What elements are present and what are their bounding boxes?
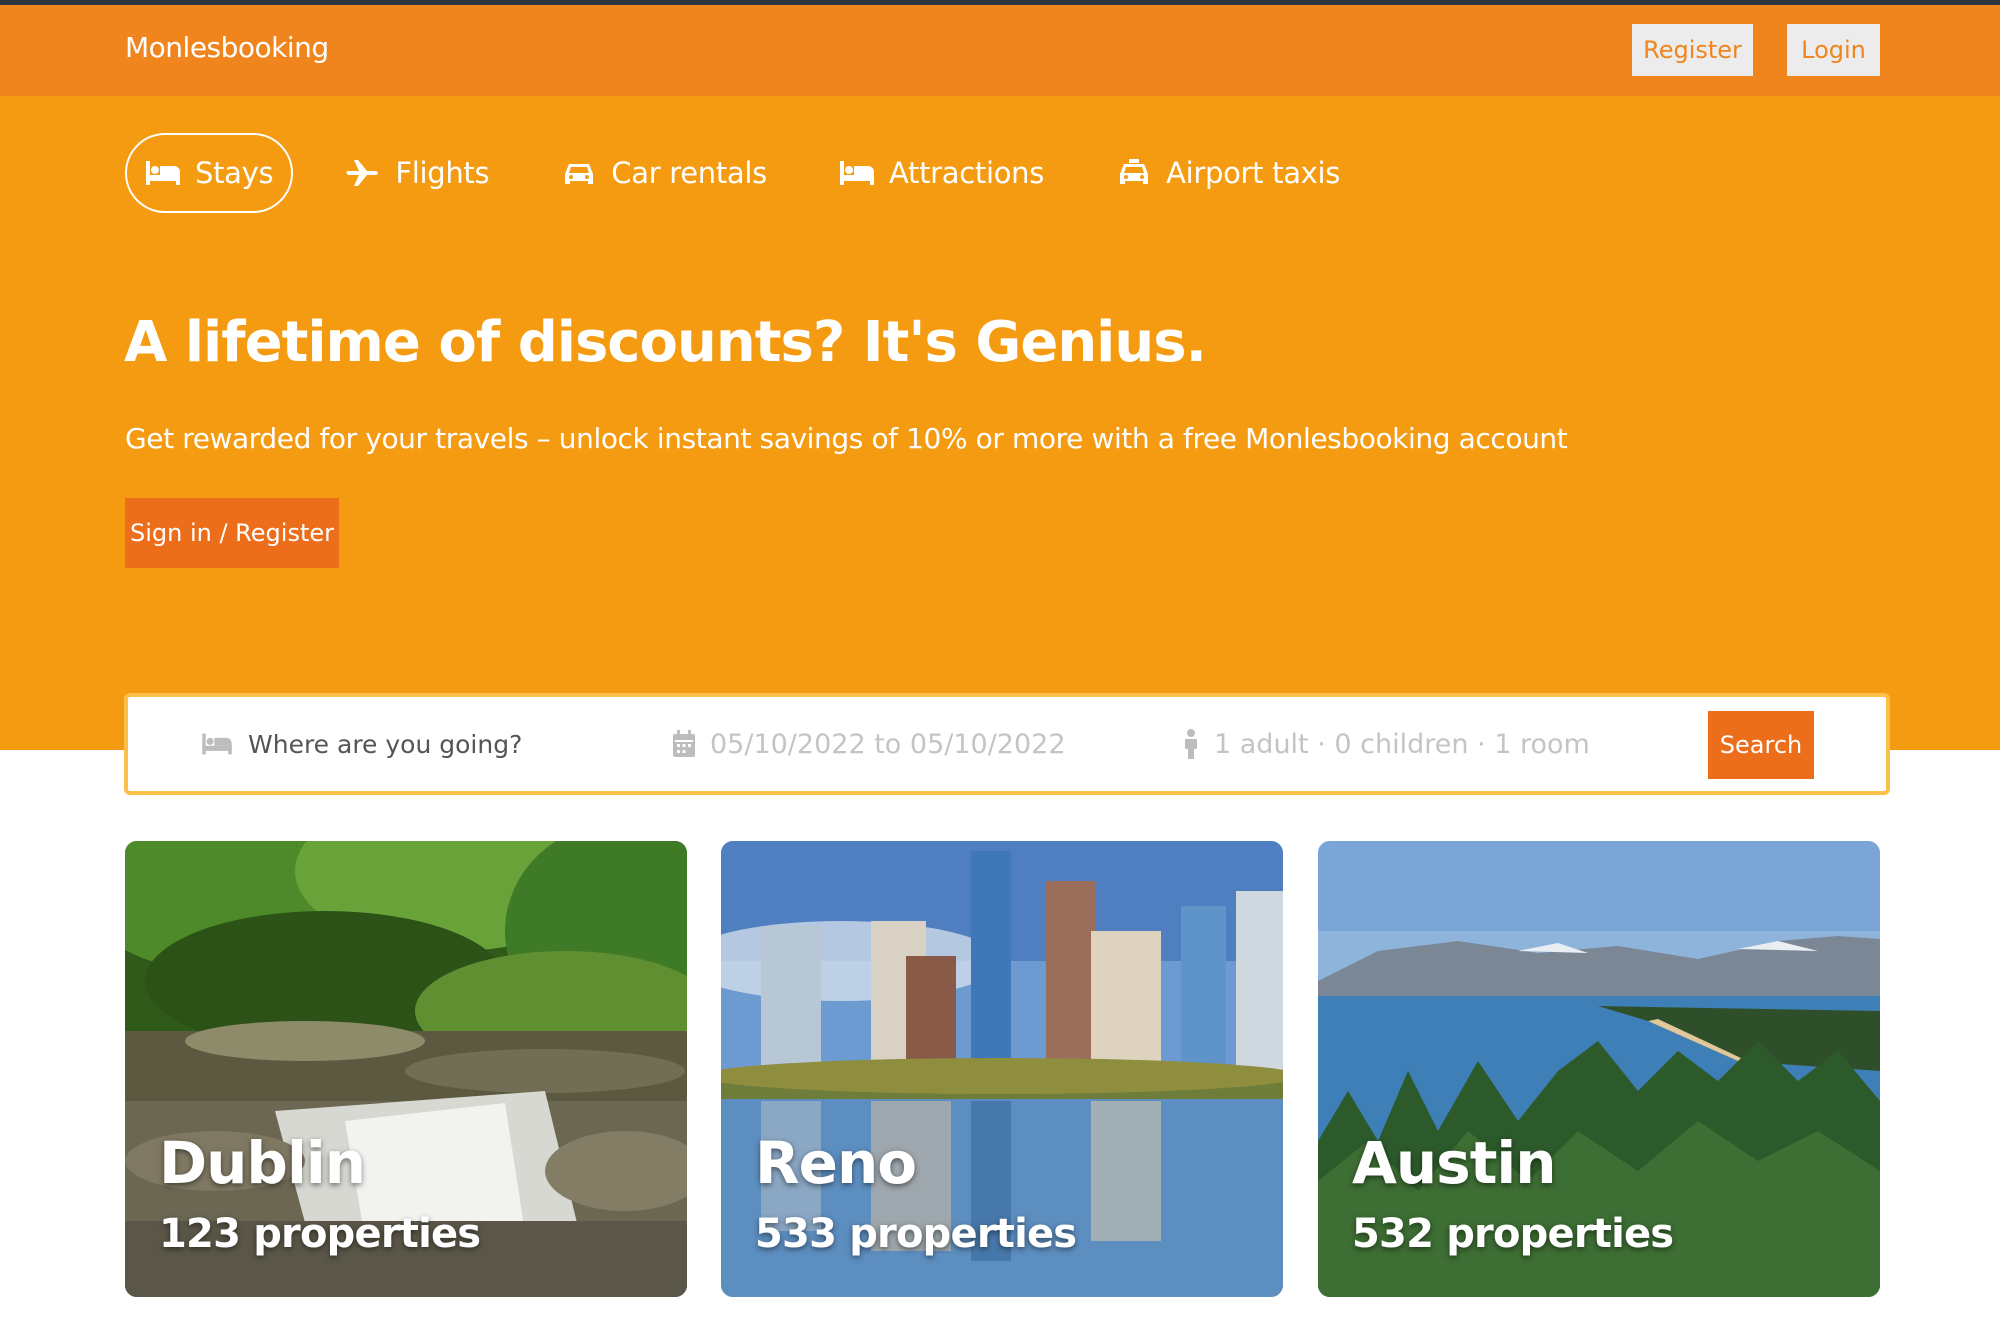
card-city-name: Dublin [159, 1129, 366, 1197]
tab-stays-label: Stays [195, 156, 274, 190]
destination-card-dublin[interactable]: Dublin 123 properties [125, 841, 687, 1297]
top-navbar: Monlesbooking Register Login [0, 5, 2000, 96]
tab-car-rentals[interactable]: Car rentals [541, 133, 787, 213]
tab-stays[interactable]: Stays [125, 133, 294, 213]
tab-airport-taxis[interactable]: Airport taxis [1096, 133, 1360, 213]
card-city-name: Reno [755, 1129, 917, 1197]
date-range-field[interactable]: 05/10/2022 to 05/10/2022 [672, 697, 1066, 791]
calendar-icon [673, 730, 695, 757]
hero-banner: Stays Flights Car rentals Attractions Ai… [0, 96, 2000, 750]
tab-car-rentals-label: Car rentals [611, 156, 767, 190]
taxi-icon [1120, 159, 1149, 184]
destination-card-austin[interactable]: Austin 532 properties [1318, 841, 1880, 1297]
search-bar: Where are you going? 05/10/2022 to 05/10… [124, 693, 1890, 795]
hero-subline: Get rewarded for your travels – unlock i… [125, 422, 1568, 455]
login-button[interactable]: Login [1787, 24, 1880, 76]
sign-in-register-button[interactable]: Sign in / Register [125, 498, 339, 568]
card-property-count: 532 properties [1352, 1211, 1674, 1257]
bed-icon [202, 733, 232, 755]
register-button[interactable]: Register [1632, 24, 1753, 76]
bed-icon [146, 161, 180, 185]
tab-flights-label: Flights [395, 156, 490, 190]
tab-attractions[interactable]: Attractions [819, 133, 1064, 213]
person-icon [1185, 729, 1197, 759]
brand-logo[interactable]: Monlesbooking [125, 31, 329, 64]
tab-attractions-label: Attractions [888, 156, 1045, 190]
bed-icon [839, 161, 874, 185]
search-button[interactable]: Search [1708, 711, 1814, 779]
guests-value: 1 adult · 0 children · 1 room [1214, 728, 1590, 760]
card-property-count: 533 properties [755, 1211, 1077, 1257]
hero-headline: A lifetime of discounts? It's Genius. [124, 310, 1207, 375]
destination-placeholder: Where are you going? [248, 729, 523, 759]
guests-field[interactable]: 1 adult · 0 children · 1 room [1182, 697, 1590, 791]
date-range-value: 05/10/2022 to 05/10/2022 [710, 728, 1066, 760]
plane-icon [346, 160, 379, 186]
destination-field[interactable]: Where are you going? [200, 697, 522, 791]
destination-card-reno[interactable]: Reno 533 properties [721, 841, 1283, 1297]
product-tabs: Stays Flights Car rentals Attractions Ai… [125, 133, 1392, 213]
tab-airport-taxis-label: Airport taxis [1166, 156, 1341, 190]
tab-flights[interactable]: Flights [325, 133, 509, 213]
car-icon [565, 164, 594, 184]
card-property-count: 123 properties [159, 1211, 481, 1257]
card-city-name: Austin [1352, 1129, 1557, 1197]
